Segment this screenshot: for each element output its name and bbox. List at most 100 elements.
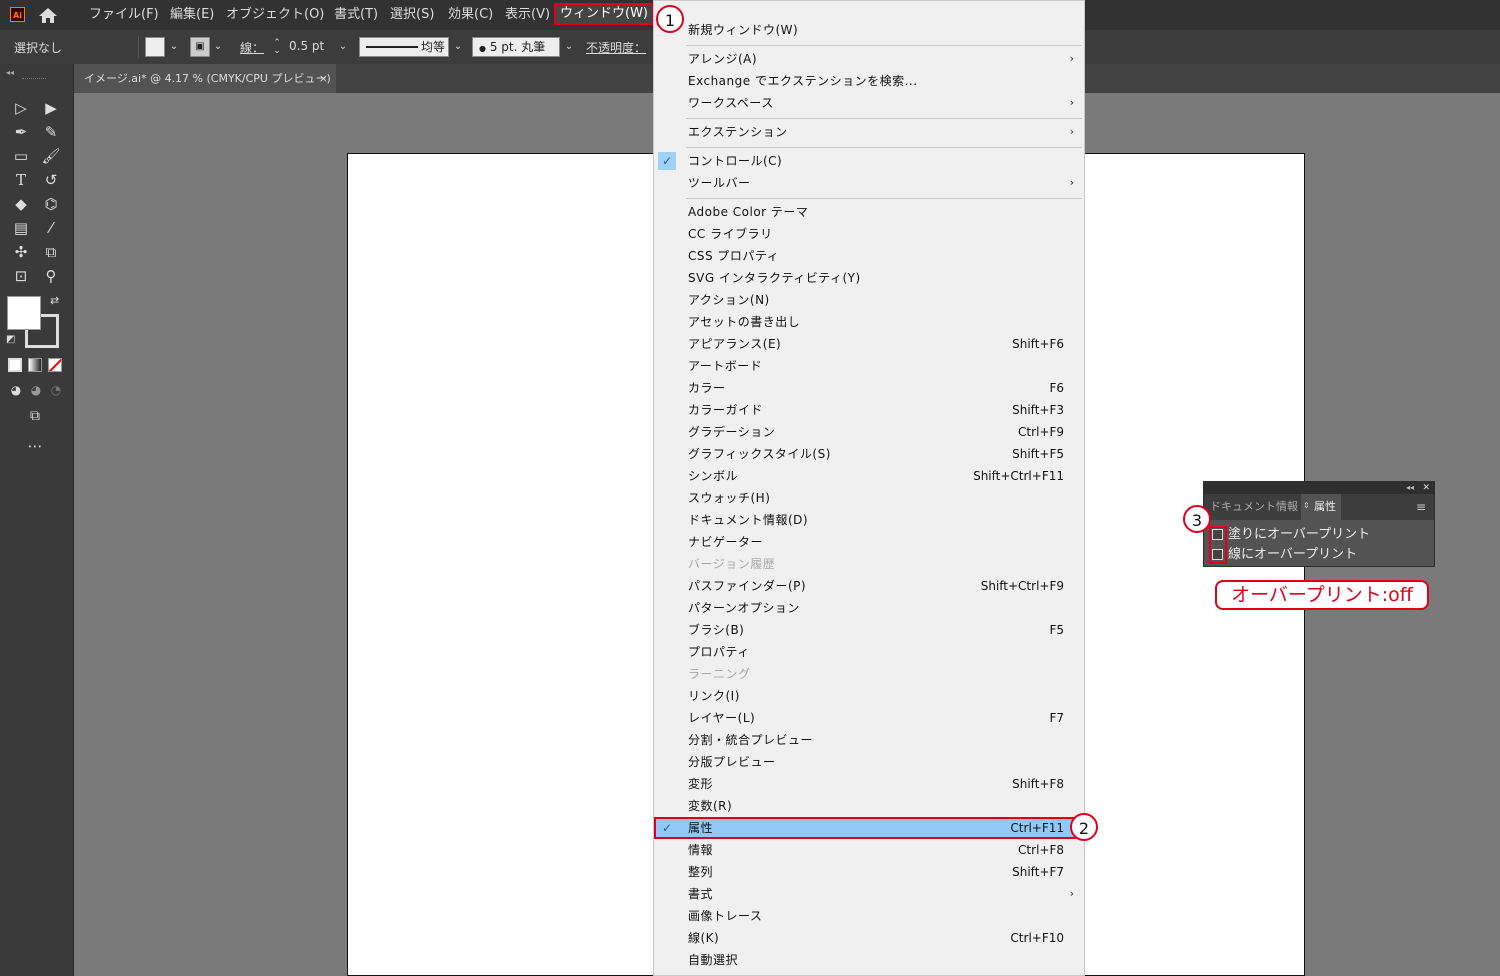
menu-item[interactable]: パターンオプション	[654, 597, 1084, 619]
artboard-tool-icon[interactable]: ⊡	[10, 266, 32, 286]
document-tab[interactable]: イメージ.ai* @ 4.17 % (CMYK/CPU プレビュー) ×	[74, 64, 336, 93]
stroke-swatch-icon[interactable]: ▣	[190, 37, 210, 57]
gradient-tool-icon[interactable]: ▤	[10, 218, 32, 238]
menu-item[interactable]: リンク(I)	[654, 685, 1084, 707]
menu-item[interactable]: ✓ コントロール(C)	[654, 150, 1084, 172]
menu-file[interactable]: ファイル(F)	[89, 5, 159, 25]
chevron-down-icon[interactable]: ⌄	[211, 39, 225, 55]
draw-normal-icon[interactable]: ◕	[5, 380, 27, 400]
menu-view[interactable]: 表示(V)	[505, 5, 550, 25]
eraser-tool-icon[interactable]: ◆	[10, 194, 32, 214]
menu-item[interactable]: 整列 Shift+F7	[654, 861, 1084, 883]
collapse-icon[interactable]: ◂◂	[1406, 482, 1414, 494]
chevron-down-icon[interactable]: ⌄	[167, 39, 181, 55]
selection-tool-icon[interactable]: ▷	[10, 98, 32, 118]
menu-item[interactable]: 情報 Ctrl+F8	[654, 839, 1084, 861]
collapse-icon[interactable]: ◂◂	[6, 68, 14, 77]
menu-item[interactable]: ブラシ(B) F5	[654, 619, 1084, 641]
menu-item[interactable]: グラフィックスタイル(S) Shift+F5	[654, 443, 1084, 465]
close-icon[interactable]: ✕	[1422, 482, 1430, 494]
stroke-overprint-checkbox[interactable]: 線にオーバープリント	[1212, 545, 1442, 565]
menu-item[interactable]: ドキュメント情報(D)	[654, 509, 1084, 531]
chevron-down-icon[interactable]: ⌄	[451, 39, 465, 55]
menu-item[interactable]: 変数(R)	[654, 795, 1084, 817]
rotate-tool-icon[interactable]: ↺	[40, 170, 62, 190]
menu-type[interactable]: 書式(T)	[334, 5, 378, 25]
menu-item[interactable]: ✓ 属性 Ctrl+F11	[654, 817, 1084, 839]
home-icon[interactable]	[38, 6, 58, 24]
menu-item[interactable]: エクステンション ›	[654, 121, 1084, 143]
default-colors-icon[interactable]: ◩	[6, 334, 15, 345]
color-mode-icon[interactable]	[8, 358, 22, 372]
menu-item[interactable]: アセットの書き出し	[654, 311, 1084, 333]
eyedropper-tool-icon[interactable]: ⁄	[40, 218, 62, 238]
menu-item[interactable]: CSS プロパティ	[654, 245, 1084, 267]
stroke-profile-select[interactable]: 均等	[359, 37, 449, 57]
direct-selection-tool-icon[interactable]: ▶	[40, 98, 62, 118]
chevron-down-icon[interactable]: ⌄	[562, 39, 576, 55]
more-tools-icon[interactable]: ⋯	[24, 436, 46, 456]
menu-item[interactable]: ツールバー ›	[654, 172, 1084, 194]
menu-item[interactable]: アピアランス(E) Shift+F6	[654, 333, 1084, 355]
menu-window[interactable]: ウィンドウ(W)	[554, 3, 654, 25]
pen-tool-icon[interactable]: ✒	[10, 122, 32, 142]
menu-item[interactable]: ナビゲーター	[654, 531, 1084, 553]
blend-tool-icon[interactable]: ✣	[10, 242, 32, 262]
menu-item[interactable]: カラーガイド Shift+F3	[654, 399, 1084, 421]
shape-builder-tool-icon[interactable]: ⧉	[40, 242, 62, 262]
chevron-down-icon[interactable]: ⌄	[336, 39, 350, 55]
menu-item[interactable]: アレンジ(A) ›	[654, 48, 1084, 70]
brush-select[interactable]: ● 5 pt. 丸筆	[472, 37, 560, 57]
fill-swatch[interactable]	[145, 37, 165, 57]
menu-item[interactable]: アートボード	[654, 355, 1084, 377]
menu-item[interactable]: 画像トレース	[654, 905, 1084, 927]
menu-item[interactable]: アクション(N)	[654, 289, 1084, 311]
none-mode-icon[interactable]	[48, 358, 62, 372]
menu-item[interactable]: プロパティ	[654, 641, 1084, 663]
menu-item[interactable]: Adobe Color テーマ	[654, 201, 1084, 223]
menu-item[interactable]: スウォッチ(H)	[654, 487, 1084, 509]
tab-document-info[interactable]: ドキュメント情報	[1210, 494, 1298, 520]
opacity-label[interactable]: 不透明度：	[586, 39, 646, 56]
menu-item[interactable]: CC ライブラリ	[654, 223, 1084, 245]
menu-object[interactable]: オブジェクト(O)	[226, 5, 324, 25]
zoom-tool-icon[interactable]: ⚲	[40, 266, 62, 286]
menu-edit[interactable]: 編集(E)	[170, 5, 214, 25]
type-tool-icon[interactable]: T	[10, 170, 32, 190]
menu-item[interactable]: 変形 Shift+F8	[654, 773, 1084, 795]
panel-menu-icon[interactable]: ≡	[1416, 500, 1426, 514]
fill-overprint-checkbox[interactable]: 塗りにオーバープリント	[1212, 525, 1442, 545]
menu-item[interactable]: 分版プレビュー	[654, 751, 1084, 773]
menu-effect[interactable]: 効果(C)	[448, 5, 493, 25]
menu-select[interactable]: 選択(S)	[390, 5, 434, 25]
menu-item[interactable]: 線(K) Ctrl+F10	[654, 927, 1084, 949]
swap-icon[interactable]: ⇄	[50, 294, 59, 307]
menu-item[interactable]: Exchange でエクステンションを検索...	[654, 70, 1084, 92]
draw-inside-icon[interactable]: ◔	[45, 380, 67, 400]
menu-item[interactable]: シンボル Shift+Ctrl+F11	[654, 465, 1084, 487]
menu-item[interactable]: 分割・統合プレビュー	[654, 729, 1084, 751]
stepper-icon[interactable]: ⌃ ⌄	[270, 39, 284, 56]
menu-item[interactable]: 新規ウィンドウ(W)	[654, 19, 1084, 41]
close-icon[interactable]: ×	[319, 64, 328, 93]
menu-item[interactable]: レイヤー(L) F7	[654, 707, 1084, 729]
rectangle-tool-icon[interactable]: ▭	[10, 146, 32, 166]
menu-item[interactable]: 自動選択	[654, 949, 1084, 971]
menu-item[interactable]: パスファインダー(P) Shift+Ctrl+F9	[654, 575, 1084, 597]
stroke-weight-value[interactable]: 0.5 pt	[289, 39, 324, 53]
screen-mode-icon[interactable]: ⧉	[24, 406, 46, 426]
gradient-mode-icon[interactable]	[28, 358, 42, 372]
fill-color-swatch[interactable]	[7, 296, 41, 330]
tab-attributes[interactable]: ⇕ 属性	[1301, 494, 1341, 520]
paintbrush-tool-icon[interactable]: 🖌	[40, 146, 62, 166]
menu-item[interactable]: カラー F6	[654, 377, 1084, 399]
grip-handle[interactable]	[22, 78, 46, 82]
puppet-warp-tool-icon[interactable]: ⌬	[40, 194, 62, 214]
menu-item[interactable]: グラデーション Ctrl+F9	[654, 421, 1084, 443]
draw-behind-icon[interactable]: ◕	[25, 380, 47, 400]
curvature-tool-icon[interactable]: ✎	[40, 122, 62, 142]
menu-item[interactable]: SVG インタラクティビティ(Y)	[654, 267, 1084, 289]
stroke-label[interactable]: 線：	[240, 39, 264, 56]
menu-item[interactable]: ワークスペース ›	[654, 92, 1084, 114]
menu-item[interactable]: 書式 ›	[654, 883, 1084, 905]
